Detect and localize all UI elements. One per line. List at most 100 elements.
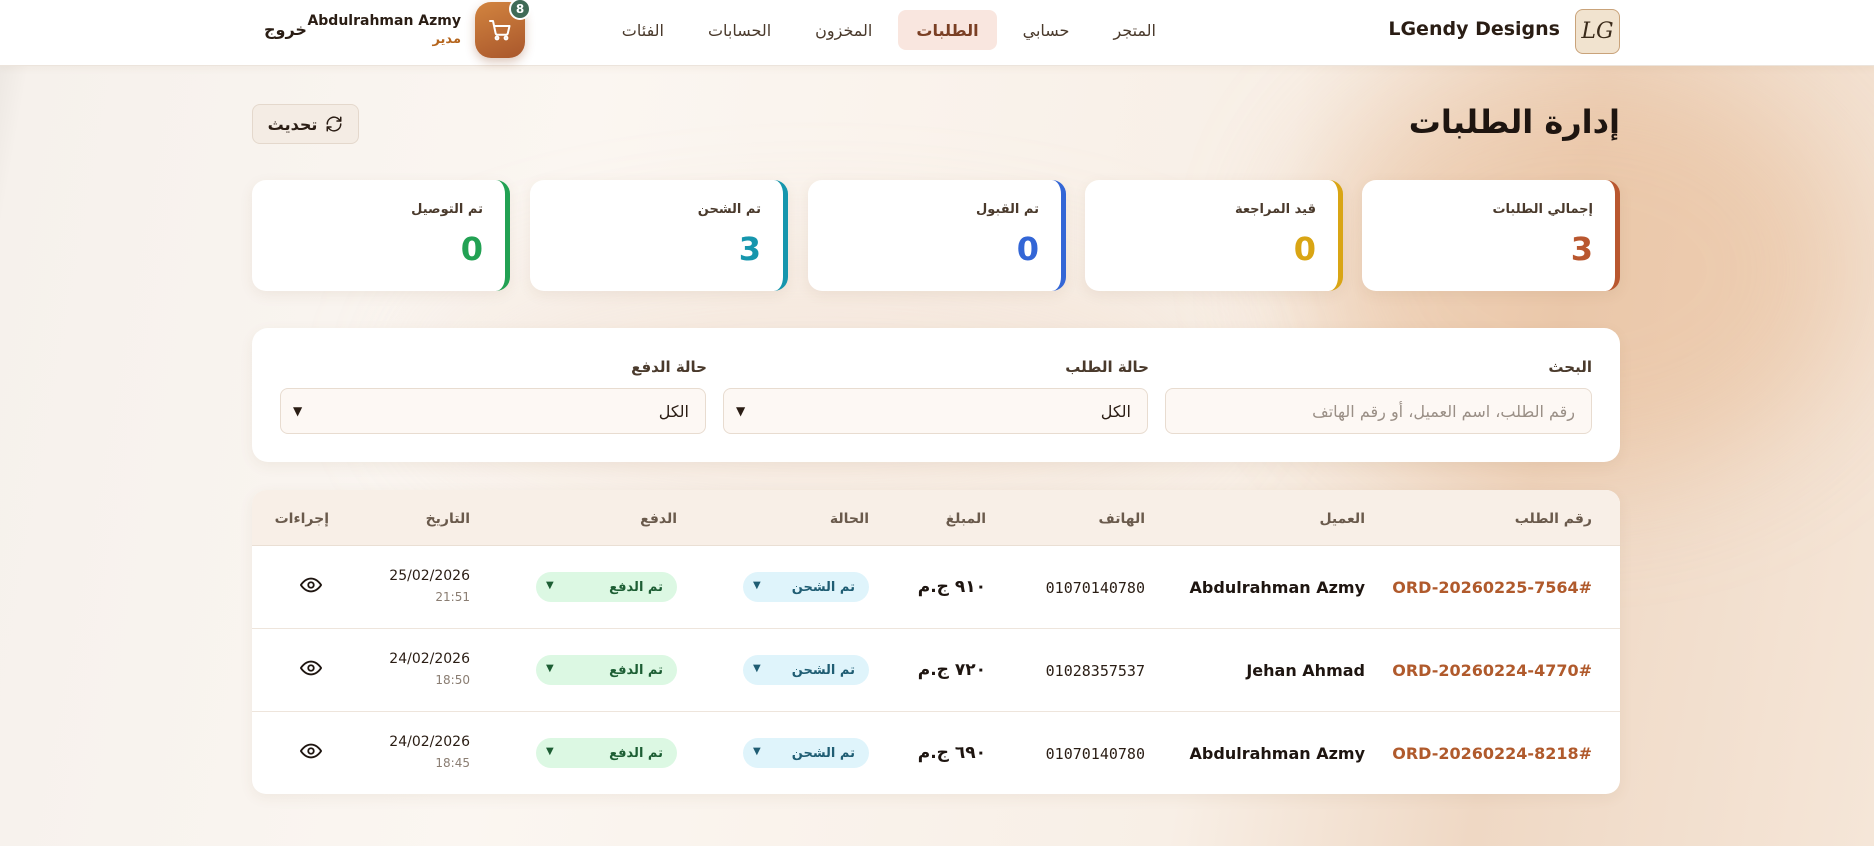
logout-link[interactable]: خروج xyxy=(264,20,307,39)
order-time: 18:50 xyxy=(435,673,470,687)
nav-item-store[interactable]: المتجر xyxy=(1095,10,1174,50)
col-amount[interactable]: المبلغ xyxy=(946,511,986,527)
stat-label: تم الشحن xyxy=(697,202,761,217)
user-role: مدير xyxy=(432,32,461,47)
order-status-select[interactable]: تم الشحن ▼ xyxy=(743,738,869,768)
col-phone[interactable]: الهاتف xyxy=(1099,511,1145,527)
customer-phone: 01070140780 xyxy=(1045,745,1145,763)
order-status-value: تم الشحن xyxy=(791,662,855,678)
cart-count-badge: 8 xyxy=(509,0,531,20)
customer-phone: 01028357537 xyxy=(1045,662,1145,680)
order-date: 24/02/2026 xyxy=(389,734,470,750)
order-status-select[interactable]: تم الشحن ▼ xyxy=(743,572,869,602)
nav-item-my-account[interactable]: حسابي xyxy=(1005,10,1088,50)
table-row[interactable]: ORD-20260224-8218# Abdulrahman Azmy 0107… xyxy=(252,712,1620,794)
chevron-down-icon: ▼ xyxy=(546,746,554,757)
col-status[interactable]: الحالة xyxy=(830,511,869,527)
customer-name: Abdulrahman Azmy xyxy=(1189,578,1365,597)
search-label: البحث xyxy=(1548,358,1592,376)
stat-card-total: إجمالي الطلبات 3 xyxy=(1362,180,1620,291)
refresh-icon xyxy=(326,116,342,132)
cart-icon xyxy=(489,20,511,41)
top-navbar: LG LGendy Designs المتجر حسابي الطلبات ا… xyxy=(0,0,1874,66)
order-amount: ٦٩٠ ج.م xyxy=(917,743,986,763)
refresh-label: تحديث xyxy=(267,114,318,134)
view-eye-icon[interactable] xyxy=(300,574,322,596)
page-title: إدارة الطلبات xyxy=(1408,103,1620,141)
stat-value: 0 xyxy=(460,230,483,268)
chevron-down-icon: ▼ xyxy=(753,663,761,674)
stat-card-pending: قيد المراجعة 0 xyxy=(1085,180,1343,291)
brand-name[interactable]: LGendy Designs xyxy=(1388,18,1560,40)
stat-label: تم القبول xyxy=(975,202,1039,217)
status-filter-select[interactable]: الكل ▼ xyxy=(723,388,1148,434)
payment-filter-label: حالة الدفع xyxy=(631,358,707,376)
payment-status-select[interactable]: تم الدفع ▼ xyxy=(536,655,677,685)
stat-card-shipped: تم الشحن 3 xyxy=(530,180,788,291)
brand-logo-text: LG xyxy=(1581,19,1614,44)
order-date: 25/02/2026 xyxy=(389,568,470,584)
customer-phone: 01070140780 xyxy=(1045,579,1145,597)
nav-item-categories[interactable]: الفئات xyxy=(604,10,682,50)
nav-item-accounts[interactable]: الحسابات xyxy=(690,10,789,50)
table-row[interactable]: ORD-20260224-4770# Jehan Ahmad 010283575… xyxy=(252,629,1620,712)
stat-value: 3 xyxy=(1570,230,1593,268)
table-row[interactable]: ORD-20260225-7564# Abdulrahman Azmy 0107… xyxy=(252,546,1620,629)
cart-button[interactable]: 8 xyxy=(475,0,531,58)
payment-status-select[interactable]: تم الدفع ▼ xyxy=(536,572,677,602)
order-id-link[interactable]: ORD-20260224-4770# xyxy=(1392,661,1592,680)
stat-card-delivered: تم التوصيل 0 xyxy=(252,180,510,291)
order-time: 21:51 xyxy=(435,590,470,604)
chevron-down-icon: ▼ xyxy=(753,746,761,757)
stat-label: تم التوصيل xyxy=(411,202,483,217)
col-order-id[interactable]: رقم الطلب xyxy=(1515,511,1592,527)
table-header: رقم الطلب العميل الهاتف المبلغ الحالة ال… xyxy=(252,490,1620,546)
stat-label: إجمالي الطلبات xyxy=(1492,202,1593,217)
stat-value: 3 xyxy=(738,230,761,268)
chevron-down-icon: ▼ xyxy=(736,404,746,418)
filters-card: البحث رقم الطلب، اسم العميل، أو رقم الها… xyxy=(252,328,1620,462)
col-payment[interactable]: الدفع xyxy=(640,511,677,527)
chevron-down-icon: ▼ xyxy=(753,580,761,591)
stat-value: 0 xyxy=(1016,230,1039,268)
nav-item-orders[interactable]: الطلبات xyxy=(898,10,997,50)
stat-value: 0 xyxy=(1293,230,1316,268)
order-date: 24/02/2026 xyxy=(389,651,470,667)
payment-status-select[interactable]: تم الدفع ▼ xyxy=(536,738,677,768)
refresh-button[interactable]: تحديث xyxy=(252,104,359,144)
customer-name: Abdulrahman Azmy xyxy=(1189,744,1365,763)
search-input[interactable]: رقم الطلب، اسم العميل، أو رقم الهاتف xyxy=(1165,388,1592,434)
payment-filter-select[interactable]: الكل ▼ xyxy=(280,388,706,434)
orders-table: رقم الطلب العميل الهاتف المبلغ الحالة ال… xyxy=(252,490,1620,794)
order-id-link[interactable]: ORD-20260225-7564# xyxy=(1392,578,1592,597)
payment-status-value: تم الدفع xyxy=(609,579,663,595)
payment-status-value: تم الدفع xyxy=(609,745,663,761)
order-amount: ٩١٠ ج.م xyxy=(917,577,986,597)
view-eye-icon[interactable] xyxy=(300,657,322,679)
order-status-value: تم الشحن xyxy=(791,579,855,595)
status-filter-value: الكل xyxy=(1100,401,1131,421)
col-actions: إجراءات xyxy=(274,511,329,527)
chevron-down-icon: ▼ xyxy=(293,404,303,418)
payment-status-value: تم الدفع xyxy=(609,662,663,678)
nav-item-inventory[interactable]: المخزون xyxy=(797,10,890,50)
order-status-value: تم الشحن xyxy=(791,745,855,761)
search-placeholder: رقم الطلب، اسم العميل، أو رقم الهاتف xyxy=(1312,401,1575,421)
col-date[interactable]: التاريخ xyxy=(426,511,470,527)
brand-logo[interactable]: LG xyxy=(1575,9,1620,54)
order-status-select[interactable]: تم الشحن ▼ xyxy=(743,655,869,685)
user-name: Abdulrahman Azmy xyxy=(307,13,461,29)
chevron-down-icon: ▼ xyxy=(546,663,554,674)
col-customer[interactable]: العميل xyxy=(1319,511,1365,527)
order-amount: ٧٢٠ ج.م xyxy=(917,660,986,680)
chevron-down-icon: ▼ xyxy=(546,580,554,591)
stat-card-accepted: تم القبول 0 xyxy=(808,180,1066,291)
order-id-link[interactable]: ORD-20260224-8218# xyxy=(1392,744,1592,763)
order-time: 18:45 xyxy=(435,756,470,770)
customer-name: Jehan Ahmad xyxy=(1246,661,1365,680)
stat-label: قيد المراجعة xyxy=(1234,202,1316,217)
payment-filter-value: الكل xyxy=(658,401,689,421)
main-nav: المتجر حسابي الطلبات المخزون الحسابات ال… xyxy=(604,10,1174,50)
status-filter-label: حالة الطلب xyxy=(1065,358,1149,376)
view-eye-icon[interactable] xyxy=(300,740,322,762)
